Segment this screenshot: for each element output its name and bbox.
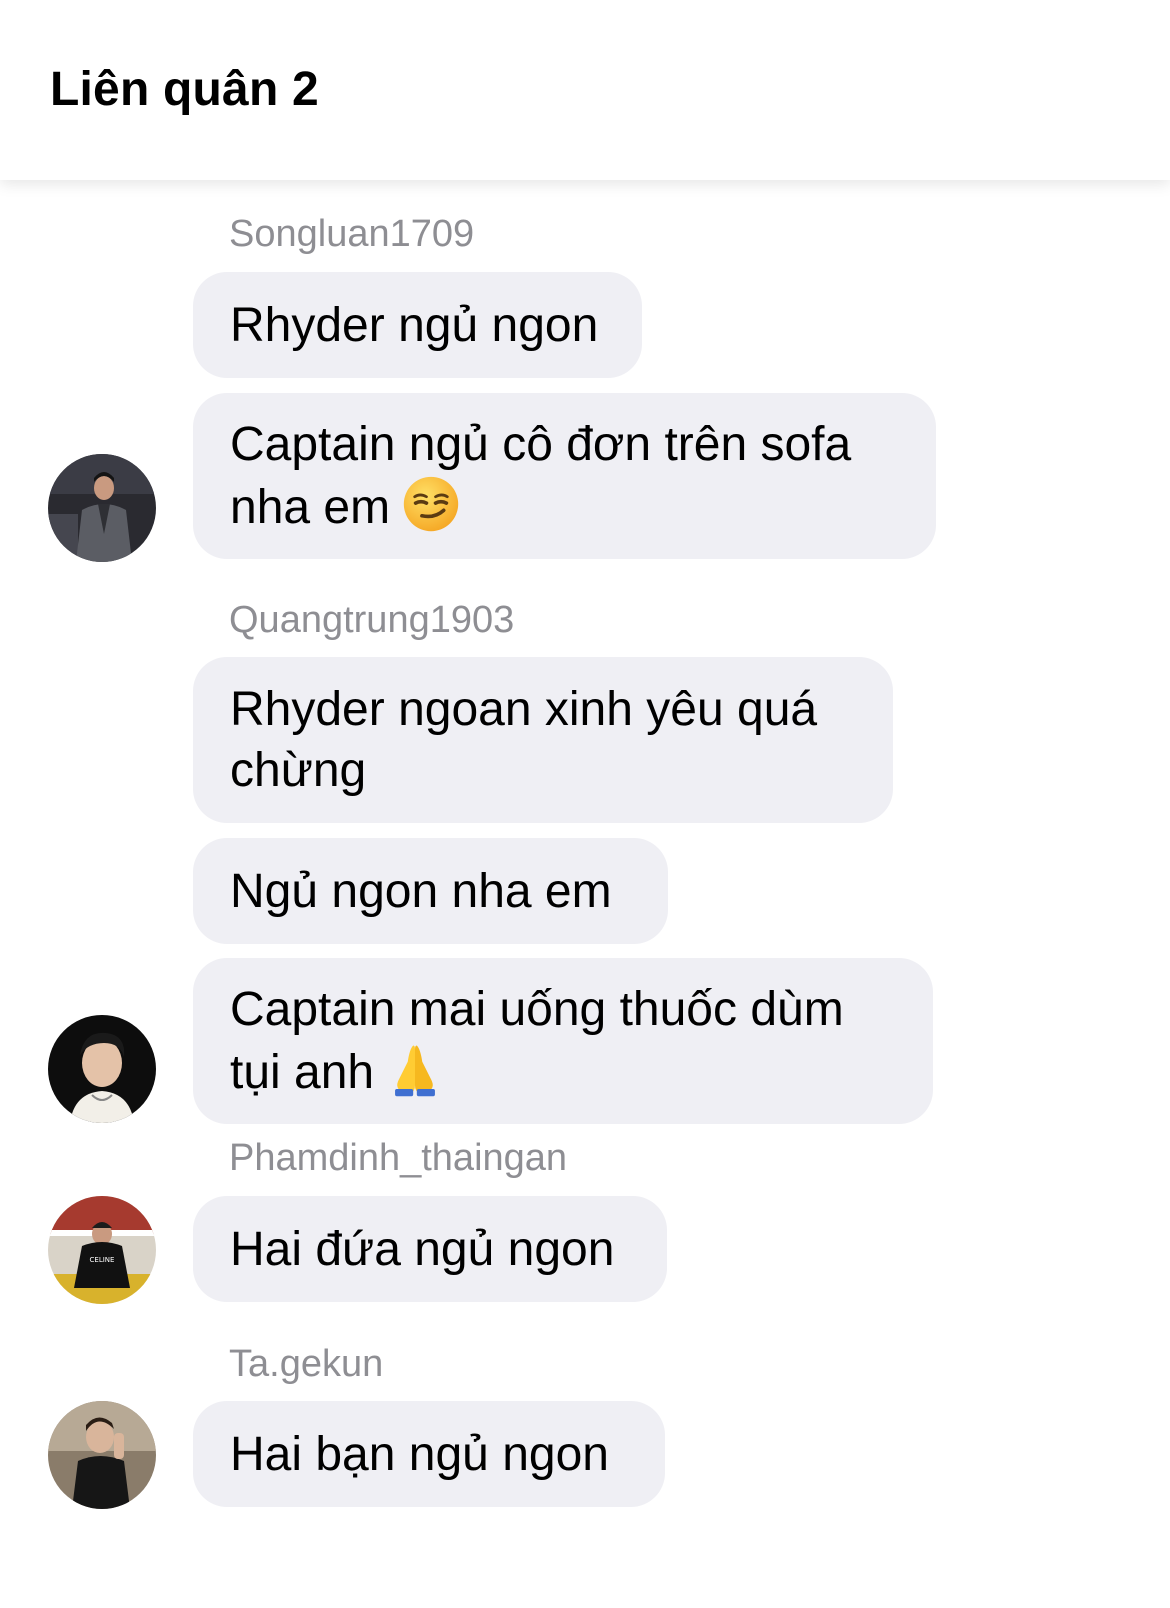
- message-bubble[interactable]: Rhyder ngủ ngon: [193, 272, 642, 378]
- avatar-shirt-text: CELINE: [90, 1256, 115, 1264]
- avatar[interactable]: [48, 454, 156, 562]
- smirking-face-icon: [403, 476, 459, 532]
- message-text: Rhyder ngủ ngon: [230, 298, 599, 352]
- message-bubble[interactable]: Rhyder ngoan xinh yêu quá chừng: [193, 657, 893, 823]
- chat-header: Liên quân 2: [0, 0, 1170, 180]
- avatar[interactable]: CELINE: [48, 1196, 156, 1304]
- message-text: Hai đứa ngủ ngon: [230, 1222, 615, 1276]
- avatar[interactable]: [48, 1401, 156, 1509]
- chat-title[interactable]: Liên quân 2: [50, 62, 319, 117]
- message-text: Ngủ ngon nha em: [230, 864, 612, 918]
- sender-name[interactable]: Ta.gekun: [229, 1343, 383, 1386]
- sender-name[interactable]: Quangtrung1903: [229, 599, 514, 642]
- sender-name[interactable]: Phamdinh_thaingan: [229, 1137, 567, 1180]
- message-text: Captain mai uống thuốc dùm tụi anh: [230, 983, 844, 1099]
- avatar[interactable]: [48, 1015, 156, 1123]
- message-text: Hai bạn ngủ ngon: [230, 1427, 609, 1481]
- message-bubble[interactable]: Hai bạn ngủ ngon: [193, 1401, 665, 1507]
- message-list[interactable]: Songluan1709 Rhyder ngủ ngon Captain ngủ…: [0, 180, 1170, 1608]
- message-bubble[interactable]: Captain mai uống thuốc dùm tụi anh: [193, 958, 933, 1124]
- message-text: Rhyder ngoan xinh yêu quá chừng: [230, 683, 818, 797]
- message-text: Captain ngủ cô đơn trên sofa nha em: [230, 418, 852, 534]
- message-bubble[interactable]: Ngủ ngon nha em: [193, 838, 668, 944]
- message-bubble[interactable]: Captain ngủ cô đơn trên sofa nha em: [193, 393, 936, 559]
- sender-name[interactable]: Songluan1709: [229, 213, 474, 256]
- folded-hands-icon: [395, 1045, 436, 1097]
- message-bubble[interactable]: Hai đứa ngủ ngon: [193, 1196, 667, 1302]
